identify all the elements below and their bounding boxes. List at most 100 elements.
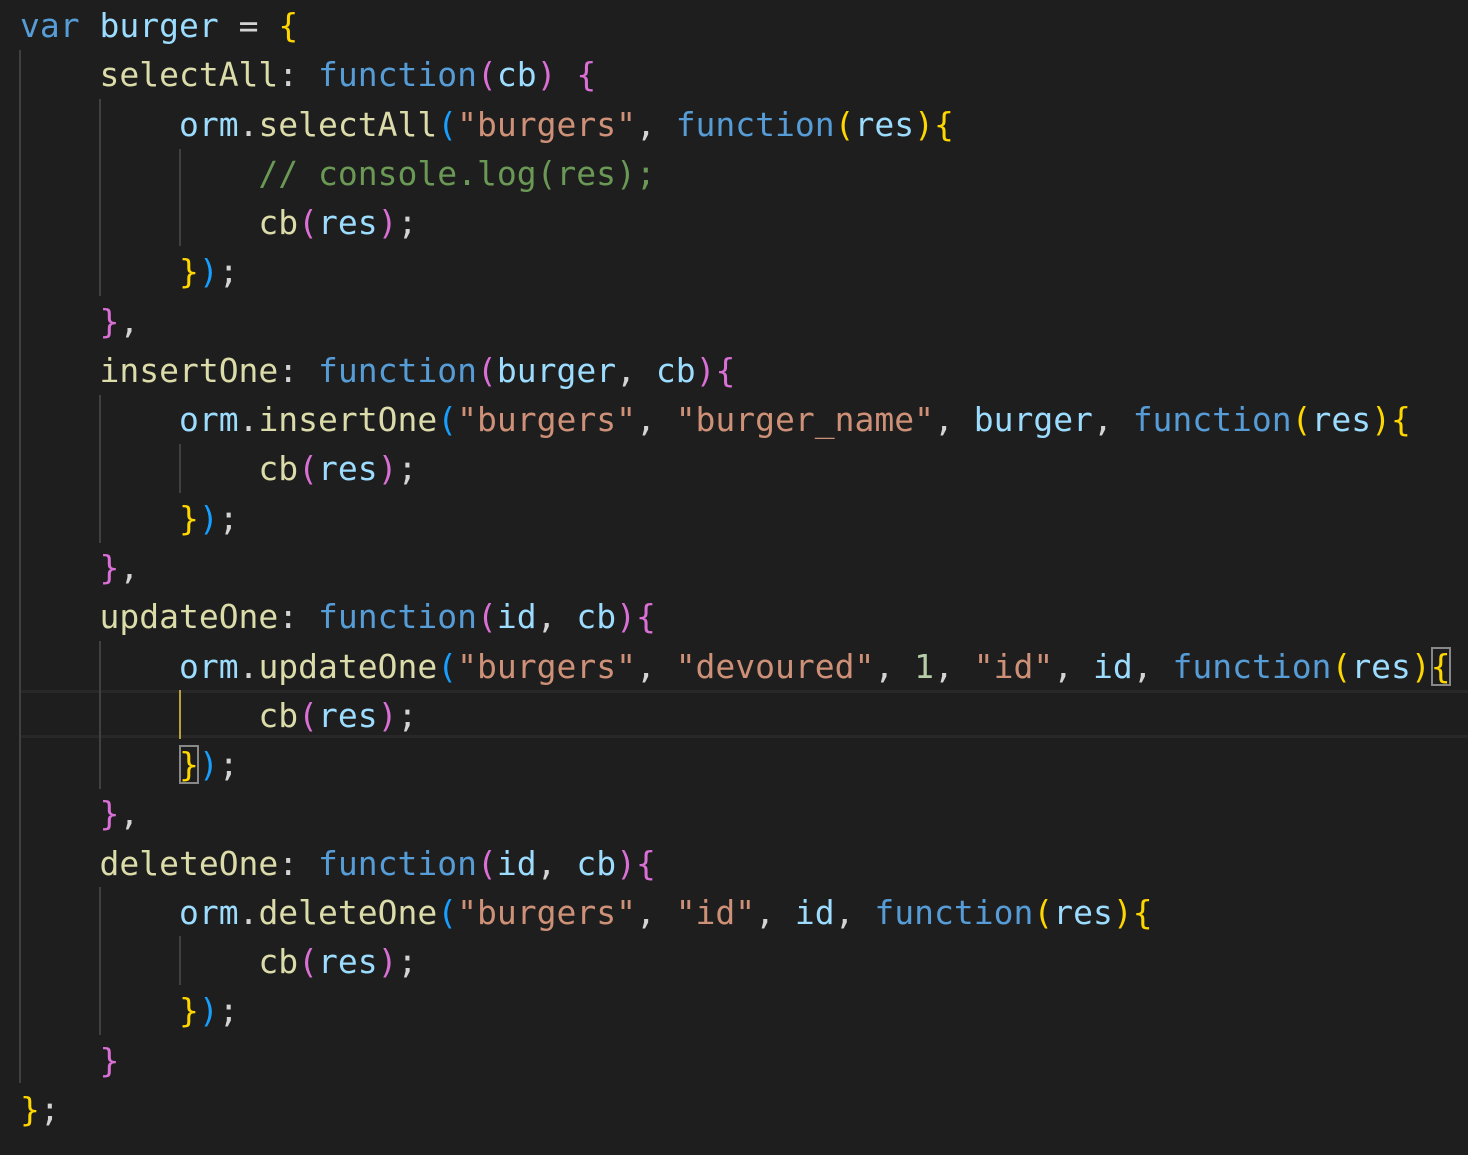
code-token: ;	[218, 252, 239, 292]
code-token: cb	[576, 597, 617, 637]
code-token: )	[198, 252, 219, 292]
code-token: {	[576, 55, 597, 95]
code-token: orm	[178, 646, 239, 686]
code-line[interactable]: // console.log(res);	[20, 149, 655, 198]
code-token: (	[298, 695, 319, 735]
code-token: (	[298, 203, 319, 243]
code-token: id	[794, 892, 835, 932]
code-token: id	[496, 597, 537, 637]
code-token: (	[1331, 646, 1352, 686]
code-token: ;	[397, 203, 418, 243]
code-token: res	[854, 104, 915, 144]
code-line[interactable]: orm.insertOne("burgers", "burger_name", …	[20, 395, 1411, 444]
code-line[interactable]: cb(res);	[20, 937, 417, 986]
code-token: (	[477, 843, 497, 883]
code-token: cb	[258, 695, 299, 735]
code-token: }	[99, 301, 120, 341]
code-token: "devoured"	[675, 646, 875, 686]
code-token: res	[1311, 400, 1372, 440]
code-token: insertOne	[99, 350, 279, 390]
code-line[interactable]: cb(res);	[20, 198, 417, 247]
code-token: ,	[616, 350, 656, 390]
code-token: =	[218, 6, 279, 45]
code-token: ,	[536, 843, 577, 883]
code-line[interactable]: },	[20, 297, 139, 346]
code-token: }	[99, 1040, 120, 1080]
code-token: deleteOne	[258, 892, 438, 932]
code-token: "burgers"	[457, 104, 636, 144]
code-line[interactable]: };	[20, 1085, 60, 1134]
code-token: )	[536, 55, 557, 95]
code-token: (	[1033, 892, 1054, 932]
code-line[interactable]: });	[20, 247, 239, 296]
code-token: cb	[258, 449, 299, 489]
code-token: updateOne	[99, 597, 279, 637]
code-token: {	[934, 104, 954, 144]
code-line[interactable]: selectAll: function(cb) {	[20, 50, 596, 99]
code-token: :	[278, 843, 319, 883]
code-token: id	[1092, 646, 1133, 686]
code-token: (	[1291, 400, 1312, 440]
code-line[interactable]: orm.deleteOne("burgers", "id", id, funct…	[20, 888, 1153, 937]
code-token: {	[278, 6, 299, 45]
code-line[interactable]: insertOne: function(burger, cb){	[20, 346, 735, 395]
code-line[interactable]: cb(res);	[20, 444, 417, 493]
code-line[interactable]: },	[20, 543, 139, 592]
code-token: ;	[397, 449, 418, 489]
code-line[interactable]: orm.selectAll("burgers", function(res){	[20, 100, 954, 149]
code-token: ,	[119, 301, 140, 341]
code-token: ,	[119, 794, 140, 834]
code-token: function	[1172, 646, 1332, 686]
code-token: function	[675, 104, 835, 144]
code-token: .	[238, 646, 259, 686]
code-line[interactable]: });	[20, 740, 239, 789]
code-token: ;	[39, 1089, 60, 1129]
code-token: burger	[99, 6, 219, 45]
code-token: function	[318, 597, 477, 637]
code-line[interactable]: },	[20, 789, 139, 838]
code-token: ,	[755, 892, 795, 932]
code-token: )	[616, 597, 636, 637]
code-token: (	[477, 55, 497, 95]
code-line[interactable]: });	[20, 986, 239, 1035]
code-token: {	[636, 843, 656, 883]
code-token: "id"	[675, 892, 756, 932]
code-token: "id"	[973, 646, 1054, 686]
code-token: (	[437, 400, 458, 440]
code-editor[interactable]: var burger = { selectAll: function(cb) {…	[0, 0, 1468, 1155]
code-line[interactable]: }	[20, 1036, 119, 1085]
code-line[interactable]: deleteOne: function(id, cb){	[20, 839, 656, 888]
code-line[interactable]: updateOne: function(id, cb){	[20, 592, 656, 641]
code-token: {	[715, 350, 736, 390]
code-line[interactable]: cb(res);	[20, 691, 417, 740]
code-token: )	[616, 843, 636, 883]
code-token: ;	[397, 695, 418, 735]
code-token: }	[99, 547, 120, 587]
code-line[interactable]: });	[20, 494, 239, 543]
code-token: {	[636, 597, 656, 637]
code-token: ;	[218, 745, 239, 785]
code-token: deleteOne	[99, 843, 279, 883]
code-line[interactable]: orm.updateOne("burgers", "devoured", 1, …	[20, 642, 1451, 691]
code-token: )	[377, 942, 398, 982]
code-token: insertOne	[258, 400, 438, 440]
code-token: (	[437, 104, 458, 144]
code-token: res	[318, 942, 378, 982]
code-line[interactable]: var burger = {	[20, 1, 298, 50]
code-token: function	[1132, 400, 1292, 440]
code-token: res	[318, 449, 378, 489]
code-token: (	[437, 646, 458, 686]
code-token: )	[198, 498, 219, 538]
code-token: }	[178, 745, 199, 785]
code-token: cb	[655, 350, 696, 390]
